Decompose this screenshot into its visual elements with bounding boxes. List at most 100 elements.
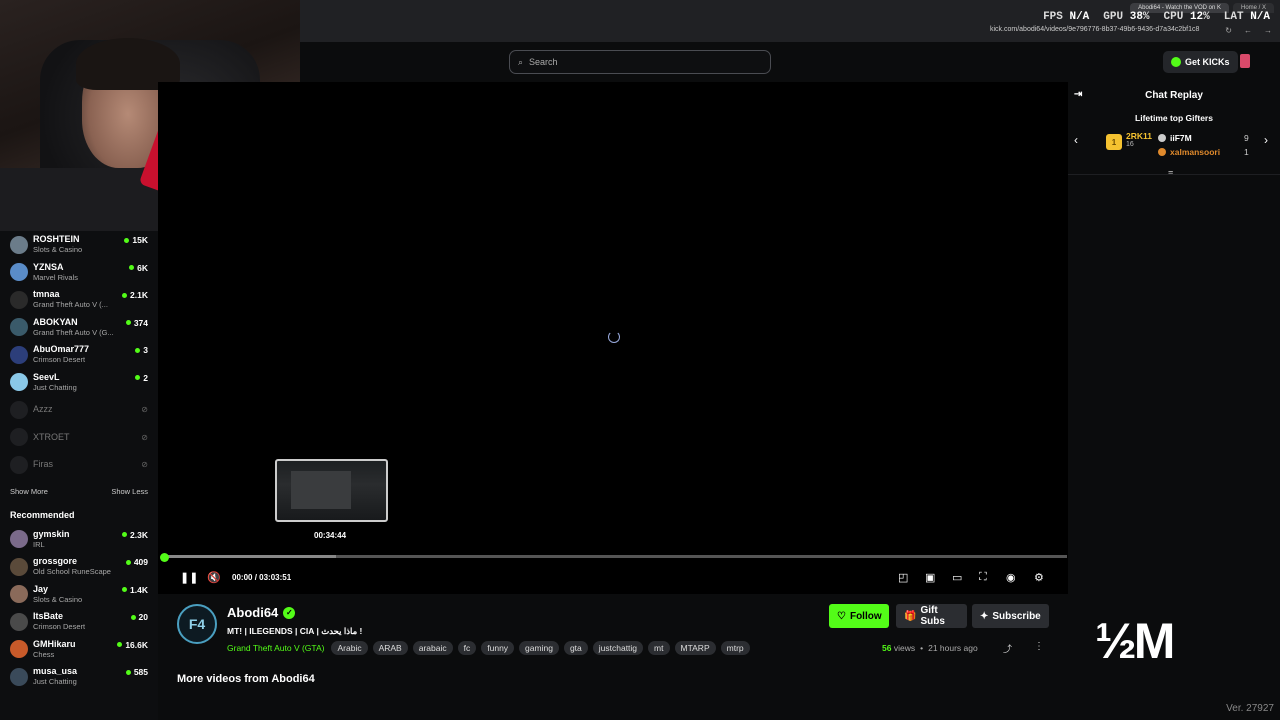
subscribe-label: Subscribe	[992, 610, 1041, 622]
seek-bar-hover-fill	[164, 555, 336, 558]
prev-arrow-icon[interactable]: ‹	[1074, 133, 1078, 147]
channel-category: Grand Theft Auto V (...	[33, 300, 108, 310]
gift-icon[interactable]	[1240, 54, 1250, 68]
clip-icon[interactable]: ▣	[925, 571, 935, 584]
tag-chip[interactable]: mt	[648, 641, 670, 655]
expand-gifters-icon[interactable]: ≡	[1168, 168, 1173, 178]
screen: Abodi64 - Watch the VOD on K Home / X ki…	[0, 0, 1280, 720]
forward-icon[interactable]: →	[1264, 26, 1272, 35]
sidebar-channel[interactable]: ROSHTEIN Slots & Casino 15K	[0, 231, 158, 259]
channel-avatar	[10, 612, 28, 631]
channel-avatar	[10, 640, 28, 659]
video-meta: 56 views • 21 hours ago	[882, 643, 978, 653]
sidebar-channel[interactable]: musa_usa Just Chatting 585	[0, 663, 158, 691]
channel-avatar	[10, 530, 28, 549]
sidebar-channel[interactable]: ABOKYAN Grand Theft Auto V (G... 374	[0, 314, 158, 342]
collapse-chat-icon[interactable]: ⇥	[1074, 89, 1082, 100]
channel-avatar	[10, 373, 28, 392]
viewer-count: 2	[135, 373, 148, 383]
top-gifter: 1 2RK11 16	[1106, 131, 1152, 150]
sidebar-channel[interactable]: Jay Slots & Casino 1.4K	[0, 581, 158, 609]
offline-icon: ⊘	[141, 405, 148, 414]
live-dot-icon	[125, 559, 131, 565]
view-count: 56 views	[882, 643, 916, 653]
seek-handle[interactable]	[160, 553, 169, 562]
pause-icon[interactable]: ❚❚	[180, 571, 198, 584]
fullscreen-icon[interactable]: ⛶	[979, 571, 987, 584]
sidebar-channel[interactable]: YZNSA Marvel Rivals 6K	[0, 259, 158, 287]
show-less-button[interactable]: Show Less	[111, 487, 148, 496]
viewer-count: 20	[130, 612, 148, 622]
sidebar-channel[interactable]: tmnaa Grand Theft Auto V (... 2.1K	[0, 286, 158, 314]
top-gifters: ‹ 1 2RK11 16 iiF7M 9 xalmansoori 1 ›	[1068, 123, 1280, 167]
mute-icon[interactable]: 🔇	[207, 571, 221, 584]
tag-chip[interactable]: funny	[481, 641, 515, 655]
viewer-count: 15K	[124, 235, 148, 245]
speed-icon[interactable]: ◉	[1006, 571, 1016, 584]
sidebar-channel[interactable]: SeevL Just Chatting 2	[0, 369, 158, 397]
tag-chip[interactable]: mtrp	[720, 641, 750, 655]
time-ago: 21 hours ago	[928, 643, 978, 653]
channel-avatar	[10, 557, 28, 576]
live-dot-icon	[129, 265, 135, 270]
kicks-coin-icon	[1171, 57, 1181, 67]
sidebar-channel-offline[interactable]: XTROET ⊘	[0, 424, 158, 452]
tag-chip[interactable]: arabaic	[412, 641, 453, 655]
channel-category: Chess	[33, 649, 55, 659]
gift-subs-label: Gift Subs	[920, 605, 945, 627]
viewer-count: 16.6K	[117, 640, 148, 650]
address-bar[interactable]: kick.com/abodi64/videos/9e796776-8b37-49…	[990, 26, 1199, 33]
sidebar-channel[interactable]: grossgore Old School RuneScape 409	[0, 553, 158, 581]
sidebar-channel[interactable]: gymskin IRL 2.3K	[0, 526, 158, 554]
viewer-count: 2.1K	[122, 290, 148, 300]
cpu-readout: CPU 12%	[1163, 11, 1210, 23]
game-category-link[interactable]: Grand Theft Auto V (GTA)	[227, 643, 324, 653]
tag-chip[interactable]: gaming	[519, 641, 559, 655]
get-kicks-button[interactable]: Get KICKs	[1163, 51, 1238, 73]
sidebar-channel-offline[interactable]: Firas ⊘	[0, 451, 158, 479]
gifter-count: 1	[1244, 147, 1249, 157]
show-more-button[interactable]: Show More	[10, 487, 48, 496]
theater-mode-icon[interactable]: ▭	[952, 571, 962, 584]
tag-chip[interactable]: fc	[457, 641, 477, 655]
live-dot-icon	[135, 347, 141, 353]
live-dot-icon	[117, 642, 123, 647]
tag-chip[interactable]: MTARP	[674, 641, 716, 655]
channel-avatar	[10, 667, 28, 686]
offline-icon: ⊘	[141, 460, 148, 469]
viewer-count-value: 585	[133, 667, 148, 677]
channel-avatar[interactable]: F4	[177, 604, 217, 644]
sidebar-channel[interactable]: ItsBate Crimson Desert 20	[0, 608, 158, 636]
tag-chip[interactable]: justchattig	[592, 641, 644, 655]
loading-spinner-icon	[608, 331, 620, 343]
tag-chip[interactable]: Arabic	[331, 641, 368, 655]
gift-subs-button[interactable]: 🎁 Gift Subs	[896, 604, 967, 628]
viewer-count-value: 3	[143, 345, 148, 355]
seek-bar[interactable]	[164, 555, 1067, 558]
video-player[interactable]: 00:34:44 ❚❚ 🔇 00:00 / 03:03:51 ◰ ▣ ▭ ⛶ ◉…	[158, 82, 1068, 594]
search-input[interactable]: ⌕ Search	[509, 50, 771, 74]
channel-text: Firas	[33, 459, 158, 470]
performance-overlay: FPS N/A GPU 38% CPU 12% LAT N/A	[1043, 11, 1270, 23]
pip-icon[interactable]: ◰	[898, 571, 908, 584]
live-dot-icon	[125, 320, 131, 325]
channel-category: Crimson Desert	[33, 622, 86, 632]
subscribe-button[interactable]: ✦ Subscribe	[972, 604, 1049, 628]
tag-chip[interactable]: gta	[563, 641, 588, 655]
follow-button[interactable]: ♡ Follow	[829, 604, 889, 628]
viewer-count-value: 1.4K	[130, 584, 148, 595]
sidebar-channel-offline[interactable]: Azzz ⊘	[0, 396, 158, 424]
tag-chip[interactable]: ARAB	[372, 641, 408, 655]
gift-box-icon: 🎁	[904, 610, 917, 622]
streamer-name[interactable]: Abodi64	[227, 605, 278, 620]
sidebar-channel[interactable]: GMHikaru Chess 16.6K	[0, 636, 158, 664]
next-arrow-icon[interactable]: ›	[1264, 133, 1268, 147]
gpu-readout: GPU 38%	[1103, 11, 1150, 23]
back-icon[interactable]: ←	[1244, 26, 1252, 35]
sidebar-channel[interactable]: AbuOmar777 Crimson Desert 3	[0, 341, 158, 369]
settings-gear-icon[interactable]: ⚙	[1034, 571, 1044, 584]
reload-icon[interactable]: ↻	[1225, 26, 1232, 35]
share-icon[interactable]: ⤴	[1003, 642, 1012, 655]
viewer-count-value: 2.1K	[130, 290, 148, 300]
more-options-icon[interactable]: ⋮	[1034, 641, 1044, 652]
